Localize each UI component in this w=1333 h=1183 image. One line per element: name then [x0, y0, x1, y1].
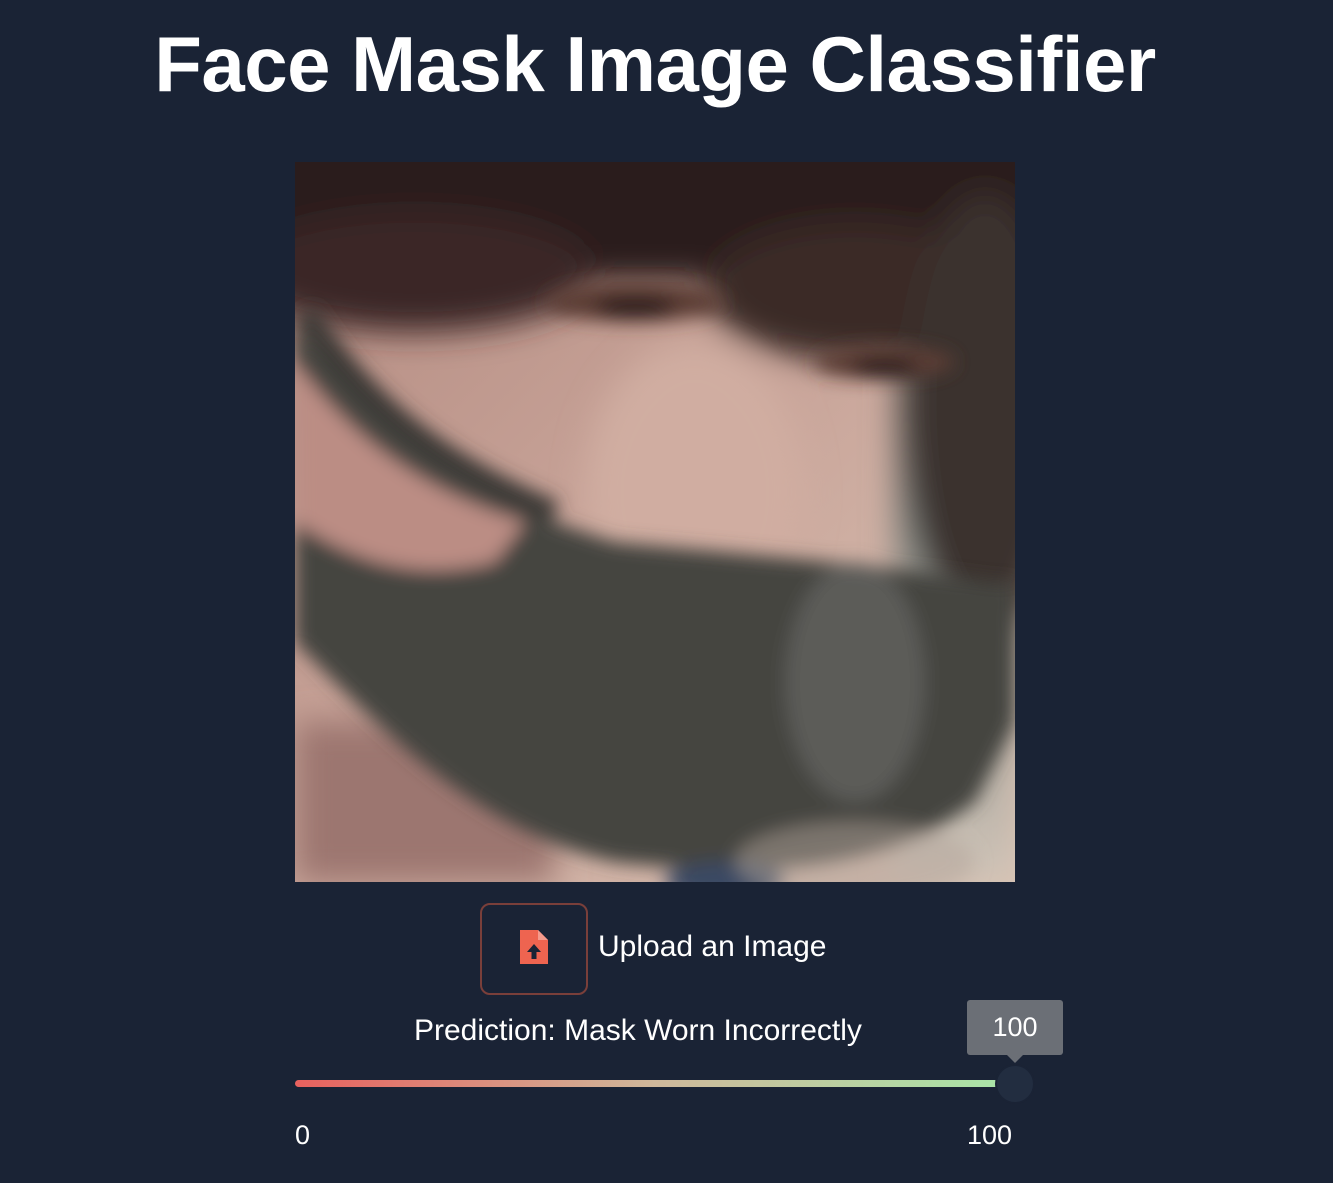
slider-value-tooltip: 100 [967, 1000, 1063, 1063]
page-title: Face Mask Image Classifier [154, 20, 1156, 108]
face-photo [295, 162, 1015, 882]
slider-min-label: 0 [295, 1120, 311, 1150]
slider-max-label: 100 [967, 1120, 1013, 1150]
slider-thumb[interactable] [995, 1064, 1035, 1104]
upload-button[interactable] [480, 903, 588, 995]
face-photo-image [295, 162, 1015, 882]
slider-track[interactable] [295, 1080, 1015, 1087]
file-upload-icon [517, 927, 551, 972]
prediction-text: Prediction: Mask Worn Incorrectly [414, 1014, 862, 1047]
upload-label[interactable]: Upload an Image [598, 928, 827, 966]
